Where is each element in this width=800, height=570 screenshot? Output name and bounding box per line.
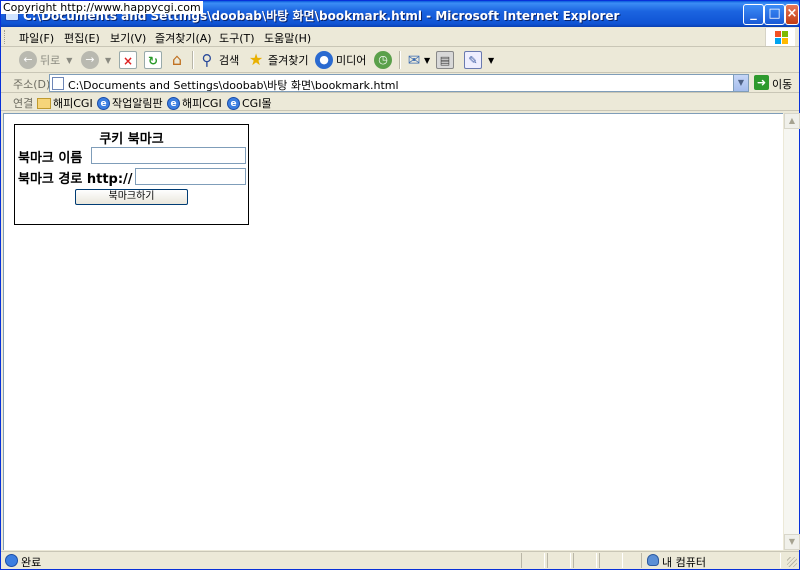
ie-icon: e xyxy=(227,96,240,110)
forward-arrow-icon: → xyxy=(81,51,99,69)
menu-tools[interactable]: 도구(T) xyxy=(219,30,255,46)
printer-icon: ▤ xyxy=(436,51,454,69)
bookmark-path-label: 북마크 경로 http:// xyxy=(18,172,133,187)
link-label: 해피CGI xyxy=(182,97,222,110)
ie-window: C:\Documents and Settings\doobab\바탕 화면\b… xyxy=(0,0,800,570)
media-globe-icon: ● xyxy=(315,51,333,69)
minimize-button[interactable]: _ xyxy=(743,4,764,25)
go-button[interactable]: 이동 xyxy=(772,76,792,92)
scroll-down-icon[interactable]: ▼ xyxy=(784,534,800,550)
link-label: 해피CGI xyxy=(53,97,93,110)
search-icon: ⚲ xyxy=(201,51,213,69)
link-item[interactable]: e 작업알림판 xyxy=(97,95,163,111)
address-label: 주소(D) xyxy=(13,78,51,91)
mail-dropdown-icon[interactable]: ▼ xyxy=(424,56,430,65)
mail-button[interactable]: ✉ ▼ xyxy=(405,50,430,70)
favorites-label: 즐겨찾기 xyxy=(268,54,309,67)
menu-edit[interactable]: 편집(E) xyxy=(64,30,100,46)
ie-status-icon xyxy=(5,554,18,567)
address-value[interactable]: C:\Documents and Settings\doobab\바탕 화면\b… xyxy=(68,77,399,93)
link-item[interactable]: e 해피CGI xyxy=(167,95,222,111)
folder-icon xyxy=(37,97,51,109)
history-icon: ◷ xyxy=(374,51,392,69)
bookmark-path-input[interactable] xyxy=(135,168,246,185)
refresh-button[interactable]: ↻ xyxy=(144,50,162,70)
search-button[interactable]: ⚲ 검색 xyxy=(198,50,240,70)
bookmark-name-label: 북마크 이름 xyxy=(18,151,83,166)
status-bar: 완료 내 컴퓨터 xyxy=(1,551,799,569)
forward-dropdown-icon[interactable]: ▼ xyxy=(105,56,111,65)
history-button[interactable]: ◷ xyxy=(374,50,392,70)
links-label: 연결 xyxy=(13,97,34,110)
bookmark-submit-button[interactable]: 북마크하기 xyxy=(75,189,188,205)
menu-bar: 파일(F) 편집(E) 보기(V) 즐겨찾기(A) 도구(T) 도움말(H) xyxy=(1,27,799,47)
scroll-up-icon[interactable]: ▲ xyxy=(784,113,800,129)
edit-dropdown-icon[interactable]: ▼ xyxy=(488,56,494,65)
menu-file[interactable]: 파일(F) xyxy=(19,30,54,46)
home-button[interactable]: ⌂ xyxy=(168,50,186,70)
status-text: 완료 xyxy=(21,556,42,569)
status-cell xyxy=(521,553,545,568)
status-cell xyxy=(599,553,623,568)
home-icon: ⌂ xyxy=(171,50,183,69)
resize-grip[interactable] xyxy=(787,557,797,567)
ie-icon: e xyxy=(97,96,110,110)
status-cell xyxy=(573,553,597,568)
media-label: 미디어 xyxy=(336,54,367,67)
media-button[interactable]: ● 미디어 xyxy=(315,50,366,70)
star-icon: ★ xyxy=(248,50,264,69)
bookmark-name-input[interactable] xyxy=(91,147,246,164)
search-label: 검색 xyxy=(219,54,240,67)
back-label: 뒤로 xyxy=(40,54,61,67)
page-icon xyxy=(52,77,64,90)
mail-icon: ✉ xyxy=(407,51,421,69)
stop-button[interactable]: × xyxy=(119,50,137,70)
copyright-overlay: Copyright http://www.happycgi.com xyxy=(1,1,203,14)
link-label: 작업알림판 xyxy=(112,97,163,110)
link-item[interactable]: e CGI몰 xyxy=(227,95,272,111)
toolbar-separator xyxy=(399,51,401,69)
vertical-scrollbar[interactable]: ▲ ▼ xyxy=(783,113,800,550)
menu-view[interactable]: 보기(V) xyxy=(110,30,146,46)
address-dropdown-icon[interactable]: ▼ xyxy=(733,75,748,91)
close-button[interactable]: × xyxy=(785,4,799,25)
back-arrow-icon: ← xyxy=(19,51,37,69)
stop-icon: × xyxy=(119,51,137,69)
standard-toolbar: ← 뒤로 ▼ → ▼ × ↻ ⌂ ⚲ 검색 ★ 즐겨찾기 ● 미디어 ◷ ✉ ▼… xyxy=(1,47,799,73)
edit-page-icon: ✎ xyxy=(464,51,482,69)
address-input[interactable]: C:\Documents and Settings\doobab\바탕 화면\b… xyxy=(49,74,749,92)
refresh-icon: ↻ xyxy=(144,51,162,69)
back-button[interactable]: ← 뒤로 ▼ xyxy=(19,50,72,70)
print-button[interactable]: ▤ xyxy=(436,50,454,70)
maximize-button[interactable]: □ xyxy=(764,4,785,25)
forward-button[interactable]: → ▼ xyxy=(81,50,111,70)
page-content: 쿠키 북마크 북마크 이름 북마크 경로 http:// 북마크하기 xyxy=(3,113,783,550)
link-label: CGI몰 xyxy=(242,97,272,110)
menu-help[interactable]: 도움말(H) xyxy=(264,30,311,46)
security-zone: 내 컴퓨터 xyxy=(662,556,706,569)
link-item[interactable]: 해피CGI xyxy=(37,95,93,111)
edit-button[interactable]: ✎ ▼ xyxy=(464,50,494,70)
go-arrow-icon[interactable]: ➜ xyxy=(754,75,769,90)
address-bar: 주소(D) C:\Documents and Settings\doobab\바… xyxy=(1,73,799,93)
menu-favorites[interactable]: 즐겨찾기(A) xyxy=(155,30,212,46)
bookmark-form: 쿠키 북마크 북마크 이름 북마크 경로 http:// 북마크하기 xyxy=(14,124,249,225)
computer-zone-icon xyxy=(647,554,659,566)
toolbar-separator xyxy=(192,51,194,69)
windows-logo-icon xyxy=(765,28,795,46)
form-title: 쿠키 북마크 xyxy=(99,132,164,147)
back-dropdown-icon[interactable]: ▼ xyxy=(66,56,72,65)
ie-icon: e xyxy=(167,96,180,110)
links-bar: 연결 해피CGI e 작업알림판 e 해피CGI e CGI몰 xyxy=(1,93,799,111)
favorites-button[interactable]: ★ 즐겨찾기 xyxy=(247,50,309,70)
status-cell xyxy=(547,553,571,568)
toolbar-grip[interactable] xyxy=(4,30,7,44)
